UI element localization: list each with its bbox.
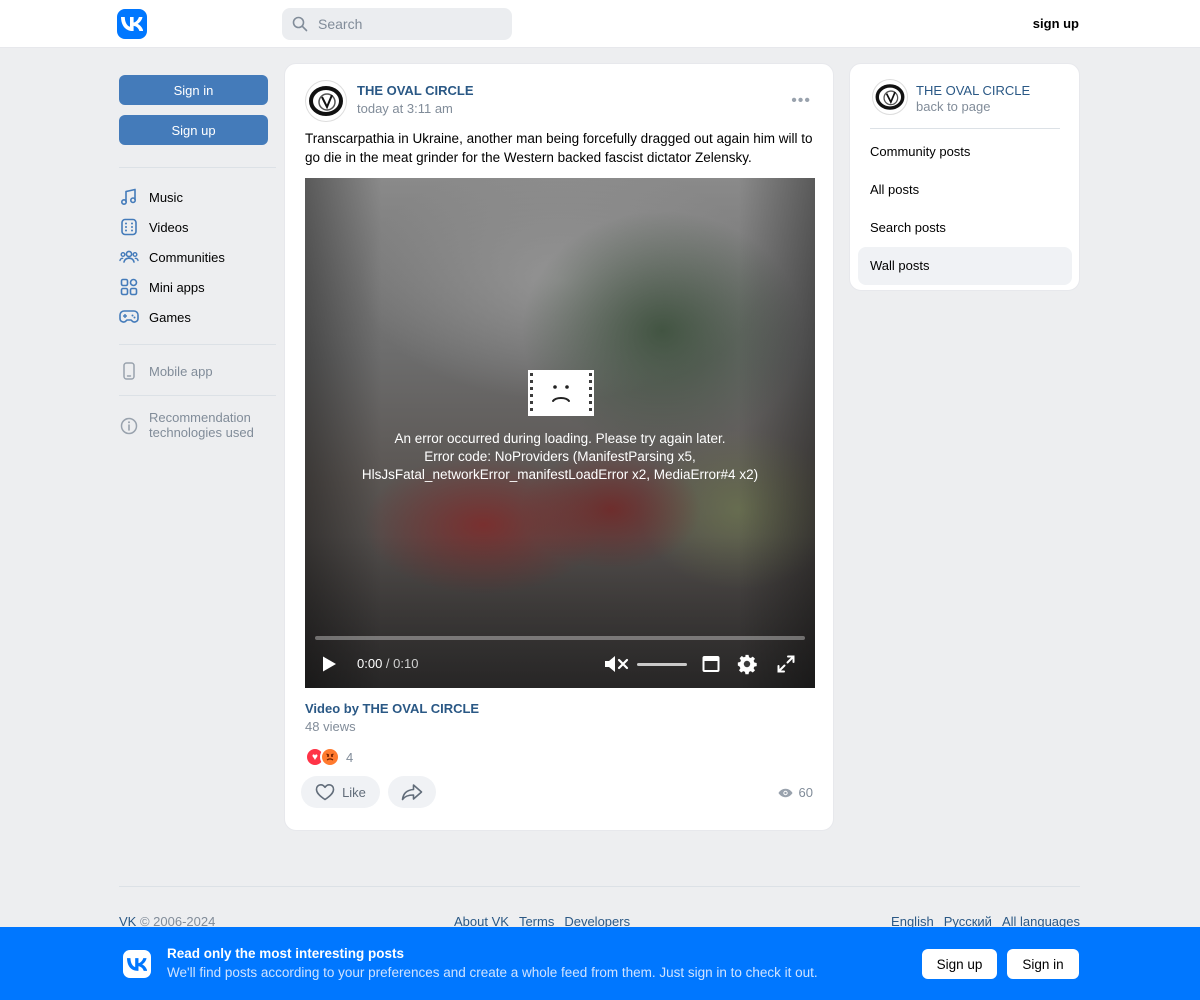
settings-gear-icon[interactable] xyxy=(736,653,758,675)
post-card: THE OVAL CIRCLE today at 3:11 am ••• Tra… xyxy=(284,63,834,831)
error-line: Error code: NoProviders (ManifestParsing… xyxy=(424,449,696,464)
vk-logo-icon xyxy=(123,950,151,978)
like-button[interactable]: Like xyxy=(301,776,380,808)
video-controls: 0:00 / 0:10 xyxy=(305,648,815,680)
more-options-icon[interactable]: ••• xyxy=(791,92,811,110)
community-name[interactable]: THE OVAL CIRCLE xyxy=(916,83,1030,98)
nav-item-label: Music xyxy=(149,189,183,205)
community-side-card: THE OVAL CIRCLE back to page Community p… xyxy=(849,63,1080,291)
side-menu: Community posts All posts Search posts W… xyxy=(858,133,1072,285)
miniplayer-icon[interactable] xyxy=(702,655,720,673)
back-to-page-link[interactable]: back to page xyxy=(916,99,990,114)
nav-item-label: Mobile app xyxy=(149,363,213,379)
video-title-link[interactable]: Video by THE OVAL CIRCLE xyxy=(305,701,479,716)
nav-item-music[interactable]: Music xyxy=(119,182,276,212)
video-player[interactable]: An error occurred during loading. Please… xyxy=(305,178,815,688)
fullscreen-icon[interactable] xyxy=(777,655,795,673)
side-menu-search-posts[interactable]: Search posts xyxy=(858,209,1072,247)
video-views: 48 views xyxy=(305,719,356,734)
communities-icon xyxy=(119,247,139,267)
top-header: sign up xyxy=(0,0,1200,48)
nav-item-label: Communities xyxy=(149,249,225,265)
nav-item-recommendation[interactable]: Recommendation technologies used xyxy=(119,410,276,440)
music-icon xyxy=(119,187,139,207)
error-line: An error occurred during loading. Please… xyxy=(394,431,726,446)
recommendation-line2: technologies used xyxy=(149,425,254,440)
search-box[interactable] xyxy=(282,8,512,40)
side-menu-wall-posts[interactable]: Wall posts xyxy=(858,247,1072,285)
angry-reaction-icon xyxy=(320,747,340,767)
nav-item-label: Mini apps xyxy=(149,279,205,295)
banner-signup-button[interactable]: Sign up xyxy=(922,949,997,979)
post-views-count: 60 xyxy=(798,785,813,800)
nav-divider xyxy=(119,344,276,345)
nav-item-mobile-app[interactable]: Mobile app xyxy=(119,356,276,386)
share-icon xyxy=(401,784,423,801)
recommendation-line1: Recommendation xyxy=(149,410,251,425)
nav-divider xyxy=(119,395,276,396)
post-text: Transcarpathia in Ukraine, another man b… xyxy=(305,131,813,165)
oval-circle-logo-icon xyxy=(875,84,905,110)
search-icon xyxy=(292,16,308,32)
phone-icon xyxy=(119,361,139,381)
video-progress-bar[interactable] xyxy=(315,636,805,640)
video-time-total: 0:10 xyxy=(393,656,419,671)
mute-icon[interactable] xyxy=(603,654,629,674)
games-icon xyxy=(119,307,139,327)
signup-button[interactable]: Sign up xyxy=(119,115,268,145)
vk-logo-mark xyxy=(121,17,143,31)
video-time-current: 0:00 xyxy=(357,656,383,671)
play-icon[interactable] xyxy=(321,655,337,673)
volume-slider[interactable] xyxy=(637,663,687,666)
vk-logo-icon[interactable] xyxy=(117,9,147,39)
heart-icon xyxy=(315,784,335,801)
left-sidebar: Sign in Sign up Music Videos Communities xyxy=(119,75,276,440)
videos-icon xyxy=(119,217,139,237)
info-icon xyxy=(119,416,139,436)
share-button[interactable] xyxy=(388,776,436,808)
error-line: HlsJsFatal_networkError_manifestLoadErro… xyxy=(361,467,759,482)
author-avatar[interactable] xyxy=(305,80,347,122)
side-menu-community-posts[interactable]: Community posts xyxy=(858,133,1072,171)
recommendation-text: Recommendation technologies used xyxy=(149,410,254,440)
nav-item-games[interactable]: Games xyxy=(119,302,276,332)
nav-item-label: Games xyxy=(149,309,191,325)
nav-item-mini-apps[interactable]: Mini apps xyxy=(119,272,276,302)
reactions[interactable]: ♥ 4 xyxy=(305,747,353,767)
sad-film-icon xyxy=(528,370,594,416)
reactions-count: 4 xyxy=(346,749,354,765)
video-time: 0:00 / 0:10 xyxy=(357,656,418,671)
footer-divider xyxy=(119,886,1080,887)
oval-circle-logo-icon xyxy=(309,86,343,116)
nav-item-videos[interactable]: Videos xyxy=(119,212,276,242)
eye-icon xyxy=(778,788,793,797)
signin-button[interactable]: Sign in xyxy=(119,75,268,105)
nav-divider xyxy=(119,167,276,168)
nav-item-label: Videos xyxy=(149,219,189,235)
search-input[interactable] xyxy=(316,15,500,33)
post-time[interactable]: today at 3:11 am xyxy=(357,101,453,116)
post-views: 60 xyxy=(778,785,813,800)
side-menu-all-posts[interactable]: All posts xyxy=(858,171,1072,209)
nav-item-communities[interactable]: Communities xyxy=(119,242,276,272)
signin-banner: Read only the most interesting posts We'… xyxy=(0,927,1200,1000)
banner-subtitle: We'll find posts according to your prefe… xyxy=(167,965,818,980)
header-signup-link[interactable]: sign up xyxy=(1033,16,1079,31)
mini-apps-icon xyxy=(119,277,139,297)
banner-signin-button[interactable]: Sign in xyxy=(1007,949,1079,979)
like-label: Like xyxy=(342,784,366,800)
side-divider xyxy=(870,128,1060,129)
video-error-message: An error occurred during loading. Please… xyxy=(305,430,815,484)
banner-title: Read only the most interesting posts xyxy=(167,946,405,961)
post-author[interactable]: THE OVAL CIRCLE xyxy=(357,83,474,98)
video-time-separator: / xyxy=(382,656,394,671)
nav-list: Music Videos Communities Mini apps Games xyxy=(119,182,276,332)
community-avatar[interactable] xyxy=(872,79,908,115)
